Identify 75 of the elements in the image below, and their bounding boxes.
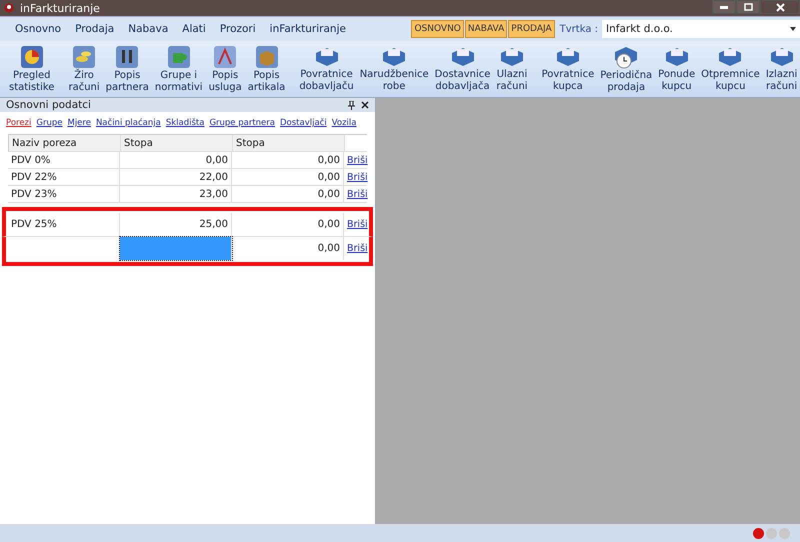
module-button[interactable]: OSNOVNO bbox=[411, 20, 464, 38]
maximize-icon bbox=[744, 3, 752, 11]
close-icon bbox=[776, 2, 784, 12]
category-link[interactable]: Grupe partnera bbox=[209, 118, 275, 128]
table-cell: PDV 25% bbox=[8, 213, 120, 236]
toolbar-button[interactable]: Popis partnera bbox=[102, 44, 152, 94]
status-light-icon bbox=[753, 528, 764, 538]
delete-link[interactable]: Briši bbox=[347, 243, 368, 254]
people-book-icon bbox=[114, 44, 140, 70]
toolbar-button[interactable]: Pregled statistike bbox=[6, 44, 58, 94]
box-book-icon bbox=[254, 44, 280, 70]
pin-icon[interactable] bbox=[348, 100, 355, 110]
toolbar-button[interactable]: Ponude kupcu bbox=[655, 45, 698, 93]
module-button[interactable]: PRODAJA bbox=[508, 20, 555, 38]
table-cell: 0,00 bbox=[120, 152, 232, 168]
category-link[interactable]: Dostavljači bbox=[280, 118, 327, 128]
toolbar-button[interactable]: Dostavnice dobavljača bbox=[432, 45, 494, 93]
toolbar-button[interactable]: Otpremnice kupcu bbox=[698, 45, 763, 93]
table-cell: 0,00 bbox=[232, 169, 344, 185]
puzzle-book-icon bbox=[166, 44, 192, 70]
pie-chart-icon bbox=[18, 44, 45, 70]
window-title: inFarkturiranje bbox=[20, 2, 100, 14]
status-light-icon bbox=[766, 528, 777, 538]
delete-link[interactable]: Briši bbox=[347, 188, 368, 200]
coins-book-icon bbox=[71, 44, 98, 70]
menu-item[interactable]: Osnovno bbox=[15, 23, 62, 35]
maximize-button[interactable] bbox=[736, 0, 760, 14]
category-link[interactable]: Porezi bbox=[6, 118, 32, 128]
menu-item[interactable]: Prozori bbox=[220, 23, 256, 35]
company-label: Tvrtka : bbox=[560, 24, 598, 34]
table-cell: 22,00 bbox=[120, 169, 232, 185]
table-cell: 0,00 bbox=[232, 237, 344, 260]
column-header: Naziv poreza bbox=[9, 135, 121, 151]
toolbar-button[interactable]: Žiro računi bbox=[65, 44, 103, 94]
delete-link[interactable]: Briši bbox=[347, 154, 368, 166]
menu-item[interactable]: inFarkturiranje bbox=[270, 23, 346, 35]
column-header: Stopa bbox=[121, 135, 233, 151]
close-button[interactable] bbox=[760, 0, 800, 14]
table-cell: 0,00 bbox=[232, 213, 344, 236]
minimize-button[interactable] bbox=[712, 0, 736, 14]
toolbar-button[interactable]: Popis artikala bbox=[244, 44, 288, 94]
category-link[interactable]: Skladišta bbox=[166, 118, 204, 128]
pen-book-icon bbox=[212, 44, 238, 70]
delete-link[interactable]: Briši bbox=[347, 172, 368, 182]
table-cell: PDV 22% bbox=[8, 169, 120, 185]
menu-item[interactable]: Alati bbox=[182, 23, 206, 35]
toolbar-button[interactable]: Narudžbenice robe bbox=[356, 45, 432, 93]
toolbar-button[interactable]: Periodična prodaja bbox=[597, 44, 656, 94]
toolbar-button[interactable]: Povratnice kupca bbox=[538, 45, 598, 93]
table-cell: 23,00 bbox=[120, 186, 232, 202]
table-cell: 0,00 bbox=[232, 186, 344, 202]
toolbar-button[interactable]: Povratnice dobavljaču bbox=[296, 45, 357, 93]
caret-icon bbox=[790, 27, 796, 31]
toolbar-button[interactable]: Ulazni računi bbox=[493, 45, 531, 93]
app-icon bbox=[4, 3, 14, 13]
close-icon[interactable] bbox=[361, 101, 369, 109]
category-link[interactable]: Načini plaćanja bbox=[96, 118, 161, 128]
module-button[interactable]: NABAVA bbox=[464, 20, 508, 38]
toolbar-button[interactable]: Popis usluga bbox=[206, 44, 245, 94]
status-light-icon bbox=[779, 528, 790, 538]
category-link[interactable]: Vozila bbox=[332, 118, 356, 128]
menu-item[interactable]: Prodaja bbox=[75, 23, 114, 35]
table-cell: PDV 23% bbox=[8, 186, 120, 202]
minimize-icon bbox=[720, 6, 728, 8]
delete-link[interactable]: Briši bbox=[347, 219, 368, 230]
panel-title: Osnovni podatci bbox=[6, 99, 92, 111]
category-link[interactable]: Mjere bbox=[67, 118, 91, 128]
menu-item[interactable]: Nabava bbox=[128, 23, 168, 35]
category-link[interactable]: Grupe bbox=[36, 118, 62, 128]
table-cell: PDV 0% bbox=[8, 152, 120, 168]
column-header: Stopa bbox=[233, 135, 345, 151]
toolbar-button[interactable]: Grupe i normativi bbox=[152, 44, 206, 94]
table-cell: 0,00 bbox=[232, 152, 344, 168]
company-dropdown[interactable]: Infarkt d.o.o. bbox=[602, 20, 800, 38]
toolbar-button[interactable]: Izlazni računi bbox=[762, 45, 800, 93]
